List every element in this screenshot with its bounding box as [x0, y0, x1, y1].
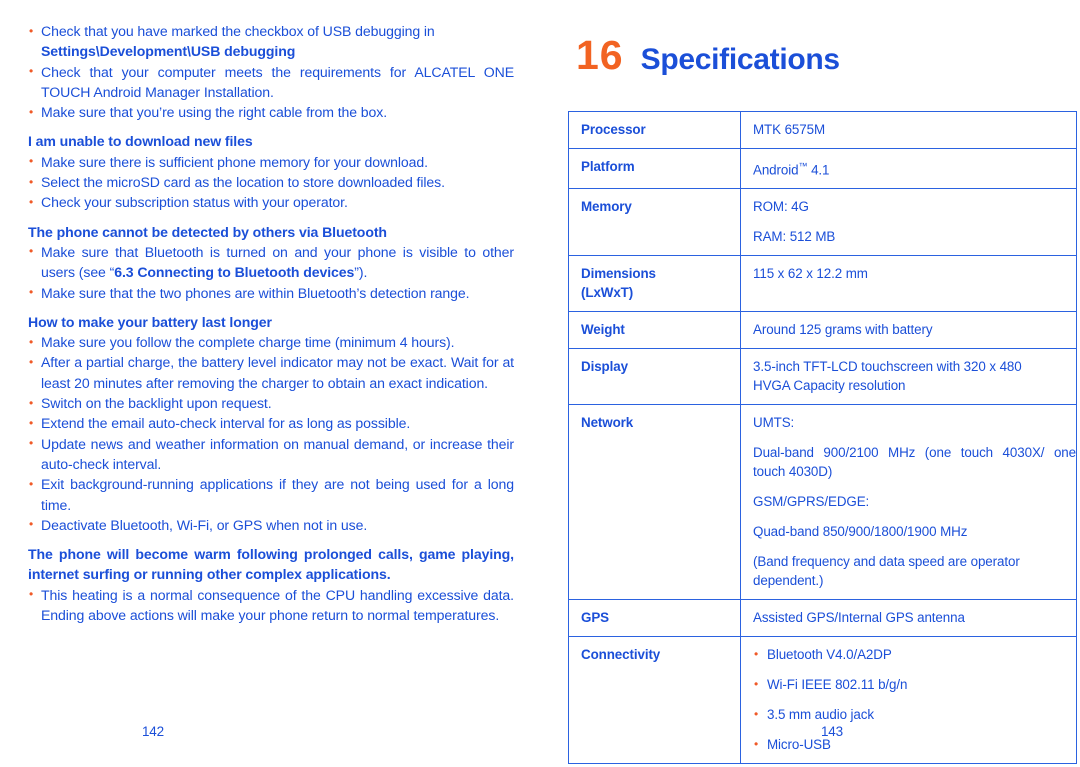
platform-name: Android	[753, 162, 799, 178]
list-item: Check that your computer meets the requi…	[28, 61, 514, 103]
list-item: Wi-Fi IEEE 802.11 b/g/n	[753, 675, 1076, 694]
list-item: Micro-USB	[753, 735, 1076, 754]
row-value: 3.5-inch TFT-LCD touchscreen with 320 x …	[740, 348, 1077, 406]
row-value: Around 125 grams with battery	[740, 311, 1077, 350]
page-number-left: 142	[142, 724, 164, 739]
list-item: Bluetooth V4.0/A2DP	[753, 645, 1076, 664]
value-line: HVGA Capacity resolution	[753, 378, 906, 394]
left-page: Check that you have marked the checkbox …	[0, 0, 540, 767]
table-row: Platform Android™ 4.1	[568, 147, 1077, 190]
table-row: Dimensions (LxWxT) 115 x 62 x 12.2 mm	[568, 255, 1077, 313]
value-line: MTK 6575M	[753, 122, 826, 137]
value-line: UMTS:	[753, 415, 795, 431]
row-value: UMTS: Dual-band 900/2100 MHz (one touch …	[740, 404, 1077, 601]
value-line: Around 125 grams with battery	[753, 322, 933, 338]
list-item: Exit background-running applications if …	[28, 474, 514, 515]
row-label: Network	[568, 404, 741, 601]
list-item: Update news and weather information on m…	[28, 433, 514, 475]
section-heading: I am unable to download new files	[28, 133, 253, 150]
value-line: GSM/GPRS/EDGE:	[753, 494, 870, 510]
value-line: Dual-band 900/2100 MHz (one touch 4030X/…	[753, 445, 1076, 480]
row-label: Processor	[568, 111, 741, 149]
row-value: Bluetooth V4.0/A2DP Wi-Fi IEEE 802.11 b/…	[740, 636, 1077, 765]
table-row: Display 3.5-inch TFT-LCD touchscreen wit…	[568, 348, 1077, 406]
table-row: Memory ROM: 4G RAM: 512 MB	[568, 188, 1077, 257]
bullet-text: Check that you have marked the checkbox …	[41, 23, 435, 39]
list-item: Make sure that Bluetooth is turned on an…	[28, 241, 514, 283]
value-line: 115 x 62 x 12.2 mm	[753, 266, 868, 282]
table-row: GPS Assisted GPS/Internal GPS antenna	[568, 599, 1077, 638]
value-line: (Band frequency and data speed are opera…	[753, 554, 1020, 589]
row-label-main: Dimensions	[581, 266, 656, 282]
row-label: Weight	[568, 311, 741, 350]
page-number-right: 143	[821, 724, 843, 739]
list-item: After a partial charge, the battery leve…	[28, 352, 514, 393]
list-item: This heating is a normal consequence of …	[28, 584, 514, 626]
page-title: Specifications	[640, 43, 841, 76]
specifications-table: Processor MTK 6575M Platform Android™ 4.…	[568, 111, 1077, 765]
row-label: Connectivity	[568, 636, 741, 765]
value-line: Assisted GPS/Internal GPS antenna	[753, 610, 965, 626]
value-line: 3.5-inch TFT-LCD touchscreen with 320 x …	[753, 359, 1022, 375]
list-item: Select the microSD card as the location …	[28, 172, 514, 193]
list-item: Make sure that you’re using the right ca…	[28, 102, 514, 123]
list-item: Extend the email auto-check interval for…	[28, 413, 514, 434]
section-heading: How to make your battery last longer	[28, 313, 272, 330]
row-value: Assisted GPS/Internal GPS antenna	[740, 599, 1077, 638]
list-item-text-part2: ”).	[354, 264, 368, 281]
table-row: Processor MTK 6575M	[568, 111, 1077, 149]
platform-version: 4.1	[807, 162, 830, 178]
row-label: Display	[568, 348, 741, 406]
list-item: Make sure there is sufficient phone memo…	[28, 151, 514, 172]
row-value: Android™ 4.1	[740, 147, 1077, 190]
list-item: 3.5 mm audio jack	[753, 705, 1076, 724]
list-item-text-bold: 6.3 Connecting to Bluetooth devices	[114, 264, 355, 281]
row-label: Memory	[568, 188, 741, 257]
table-row: Network UMTS: Dual-band 900/2100 MHz (on…	[568, 404, 1077, 601]
value-line: RAM: 512 MB	[753, 229, 836, 245]
list-item: Make sure that the two phones are within…	[28, 282, 514, 303]
row-value: 115 x 62 x 12.2 mm	[740, 255, 1077, 313]
row-value: ROM: 4G RAM: 512 MB	[740, 188, 1077, 257]
table-row: Connectivity Bluetooth V4.0/A2DP Wi-Fi I…	[568, 636, 1077, 765]
value-line: Android™ 4.1	[753, 157, 1076, 179]
troubleshooting-text-column: Check that you have marked the checkbox …	[28, 20, 514, 626]
chapter-heading: 16 Specifications	[576, 32, 840, 80]
chapter-number: 16	[576, 32, 624, 78]
list-item: Make sure you follow the complete charge…	[28, 332, 514, 353]
right-page: 16 Specifications Processor MTK 6575M Pl…	[540, 0, 1080, 767]
list-item: Switch on the backlight upon request.	[28, 393, 514, 414]
section-heading: The phone will become warm following pro…	[28, 546, 514, 583]
row-label: GPS	[568, 599, 741, 638]
row-label: Platform	[568, 147, 741, 190]
list-item: Deactivate Bluetooth, Wi-Fi, or GPS when…	[28, 514, 514, 535]
value-line: Quad-band 850/900/1800/1900 MHz	[753, 524, 968, 540]
bullet-bold-continuation: Settings\Development\USB debugging	[41, 43, 296, 60]
value-line: ROM: 4G	[753, 199, 809, 215]
table-row: Weight Around 125 grams with battery	[568, 311, 1077, 350]
row-label: Dimensions (LxWxT)	[568, 255, 741, 313]
list-item: Check that you have marked the checkbox …	[28, 20, 514, 41]
section-heading: The phone cannot be detected by others v…	[28, 223, 387, 240]
list-item: Check your subscription status with your…	[28, 192, 514, 213]
connectivity-list: Bluetooth V4.0/A2DP Wi-Fi IEEE 802.11 b/…	[753, 645, 1076, 754]
row-label-sub: (LxWxT)	[581, 285, 634, 301]
row-value: MTK 6575M	[740, 111, 1077, 149]
